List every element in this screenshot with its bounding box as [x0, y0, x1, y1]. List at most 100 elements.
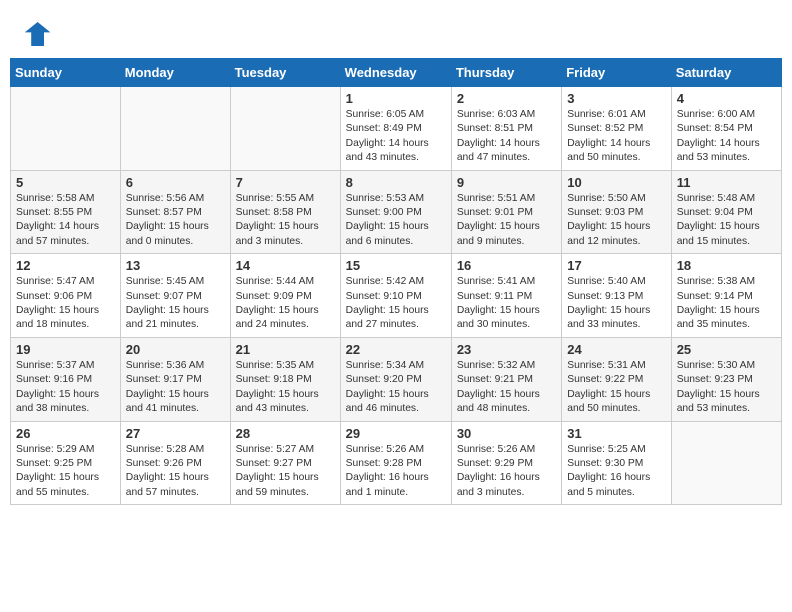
calendar-cell [671, 421, 781, 505]
day-info: Sunrise: 5:47 AMSunset: 9:06 PMDaylight:… [16, 275, 115, 333]
calendar-cell: 26 Sunrise: 5:29 AMSunset: 9:25 PMDayligh… [11, 421, 121, 505]
day-info: Sunrise: 5:45 AMSunset: 9:07 PMDaylight:… [126, 275, 225, 333]
day-number: 2 [457, 91, 556, 106]
day-info: Sunrise: 5:29 AMSunset: 9:25 PMDaylight:… [16, 443, 115, 501]
day-info: Sunrise: 5:27 AMSunset: 9:27 PMDaylight:… [236, 443, 335, 501]
day-number: 5 [16, 175, 115, 190]
day-number: 10 [567, 175, 665, 190]
day-number: 30 [457, 426, 556, 441]
day-number: 11 [677, 175, 776, 190]
calendar-cell: 14 Sunrise: 5:44 AMSunset: 9:09 PMDayligh… [230, 254, 340, 338]
day-number: 14 [236, 258, 335, 273]
day-number: 29 [346, 426, 446, 441]
calendar-cell: 13Sunrise: 5:45 AMSunset: 9:07 PMDayligh… [120, 254, 230, 338]
calendar-cell: 21 Sunrise: 5:35 AMSunset: 9:18 PMDayligh… [230, 337, 340, 421]
day-info: Sunrise: 5:30 AMSunset: 9:23 PMDaylight:… [677, 359, 776, 417]
calendar-cell: 20Sunrise: 5:36 AMSunset: 9:17 PMDayligh… [120, 337, 230, 421]
calendar-cell: 15Sunrise: 5:42 AMSunset: 9:10 PMDayligh… [340, 254, 451, 338]
calendar-header: SundayMondayTuesdayWednesdayThursdayFrid… [11, 59, 782, 87]
calendar-cell: 17 Sunrise: 5:40 AMSunset: 9:13 PMDayligh… [562, 254, 671, 338]
day-number: 8 [346, 175, 446, 190]
day-info: Sunrise: 5:41 AMSunset: 9:11 PMDaylight:… [457, 275, 556, 333]
day-info: Sunrise: 5:53 AMSunset: 9:00 PMDaylight:… [346, 192, 446, 250]
day-number: 1 [346, 91, 446, 106]
calendar-cell: 19 Sunrise: 5:37 AMSunset: 9:16 PMDayligh… [11, 337, 121, 421]
day-number: 27 [126, 426, 225, 441]
header-row: SundayMondayTuesdayWednesdayThursdayFrid… [11, 59, 782, 87]
day-info: Sunrise: 6:03 AMSunset: 8:51 PMDaylight:… [457, 108, 556, 166]
week-row-1: 1 Sunrise: 6:05 AMSunset: 8:49 PMDaylight… [11, 87, 782, 171]
header-cell-friday: Friday [562, 59, 671, 87]
calendar-cell: 7 Sunrise: 5:55 AMSunset: 8:58 PMDaylight… [230, 170, 340, 254]
calendar-cell: 16 Sunrise: 5:41 AMSunset: 9:11 PMDayligh… [451, 254, 561, 338]
day-number: 18 [677, 258, 776, 273]
day-number: 16 [457, 258, 556, 273]
calendar-cell: 22 Sunrise: 5:34 AMSunset: 9:20 PMDayligh… [340, 337, 451, 421]
day-number: 24 [567, 342, 665, 357]
day-number: 6 [126, 175, 225, 190]
calendar-cell [11, 87, 121, 171]
day-info: Sunrise: 5:58 AMSunset: 8:55 PMDaylight:… [16, 192, 115, 250]
day-info: Sunrise: 5:40 AMSunset: 9:13 PMDaylight:… [567, 275, 665, 333]
page-header [10, 10, 782, 54]
logo [20, 18, 54, 50]
calendar-cell: 12 Sunrise: 5:47 AMSunset: 9:06 PMDayligh… [11, 254, 121, 338]
calendar-cell: 29 Sunrise: 5:26 AMSunset: 9:28 PMDayligh… [340, 421, 451, 505]
calendar-body: 1 Sunrise: 6:05 AMSunset: 8:49 PMDaylight… [11, 87, 782, 505]
day-number: 23 [457, 342, 556, 357]
calendar-cell: 6Sunrise: 5:56 AMSunset: 8:57 PMDaylight… [120, 170, 230, 254]
calendar-cell: 10 Sunrise: 5:50 AMSunset: 9:03 PMDayligh… [562, 170, 671, 254]
day-number: 26 [16, 426, 115, 441]
day-number: 21 [236, 342, 335, 357]
day-info: Sunrise: 6:05 AMSunset: 8:49 PMDaylight:… [346, 108, 446, 166]
day-number: 31 [567, 426, 665, 441]
day-info: Sunrise: 5:34 AMSunset: 9:20 PMDaylight:… [346, 359, 446, 417]
week-row-5: 26 Sunrise: 5:29 AMSunset: 9:25 PMDayligh… [11, 421, 782, 505]
day-info: Sunrise: 5:38 AMSunset: 9:14 PMDaylight:… [677, 275, 776, 333]
day-number: 12 [16, 258, 115, 273]
day-info: Sunrise: 5:48 AMSunset: 9:04 PMDaylight:… [677, 192, 776, 250]
calendar-cell: 3 Sunrise: 6:01 AMSunset: 8:52 PMDaylight… [562, 87, 671, 171]
calendar-cell: 5 Sunrise: 5:58 AMSunset: 8:55 PMDaylight… [11, 170, 121, 254]
day-info: Sunrise: 5:37 AMSunset: 9:16 PMDaylight:… [16, 359, 115, 417]
calendar-cell: 28 Sunrise: 5:27 AMSunset: 9:27 PMDayligh… [230, 421, 340, 505]
calendar-cell: 30 Sunrise: 5:26 AMSunset: 9:29 PMDayligh… [451, 421, 561, 505]
week-row-2: 5 Sunrise: 5:58 AMSunset: 8:55 PMDaylight… [11, 170, 782, 254]
day-number: 28 [236, 426, 335, 441]
header-cell-tuesday: Tuesday [230, 59, 340, 87]
calendar-cell: 8 Sunrise: 5:53 AMSunset: 9:00 PMDaylight… [340, 170, 451, 254]
day-info: Sunrise: 5:36 AMSunset: 9:17 PMDaylight:… [126, 359, 225, 417]
calendar-cell: 1 Sunrise: 6:05 AMSunset: 8:49 PMDaylight… [340, 87, 451, 171]
day-info: Sunrise: 5:44 AMSunset: 9:09 PMDaylight:… [236, 275, 335, 333]
day-info: Sunrise: 5:50 AMSunset: 9:03 PMDaylight:… [567, 192, 665, 250]
calendar-cell: 4 Sunrise: 6:00 AMSunset: 8:54 PMDaylight… [671, 87, 781, 171]
calendar-cell: 11 Sunrise: 5:48 AMSunset: 9:04 PMDayligh… [671, 170, 781, 254]
calendar-cell: 9Sunrise: 5:51 AMSunset: 9:01 PMDaylight… [451, 170, 561, 254]
day-info: Sunrise: 5:35 AMSunset: 9:18 PMDaylight:… [236, 359, 335, 417]
header-cell-saturday: Saturday [671, 59, 781, 87]
calendar-table: SundayMondayTuesdayWednesdayThursdayFrid… [10, 58, 782, 505]
calendar-cell: 25 Sunrise: 5:30 AMSunset: 9:23 PMDayligh… [671, 337, 781, 421]
day-number: 4 [677, 91, 776, 106]
day-info: Sunrise: 5:55 AMSunset: 8:58 PMDaylight:… [236, 192, 335, 250]
day-info: Sunrise: 5:28 AMSunset: 9:26 PMDaylight:… [126, 443, 225, 501]
day-number: 25 [677, 342, 776, 357]
day-info: Sunrise: 6:01 AMSunset: 8:52 PMDaylight:… [567, 108, 665, 166]
day-number: 19 [16, 342, 115, 357]
day-number: 17 [567, 258, 665, 273]
header-cell-wednesday: Wednesday [340, 59, 451, 87]
week-row-3: 12 Sunrise: 5:47 AMSunset: 9:06 PMDayligh… [11, 254, 782, 338]
day-info: Sunrise: 5:51 AMSunset: 9:01 PMDaylight:… [457, 192, 556, 250]
calendar-cell: 27 Sunrise: 5:28 AMSunset: 9:26 PMDayligh… [120, 421, 230, 505]
day-info: Sunrise: 5:26 AMSunset: 9:29 PMDaylight:… [457, 443, 556, 501]
day-info: Sunrise: 6:00 AMSunset: 8:54 PMDaylight:… [677, 108, 776, 166]
day-number: 3 [567, 91, 665, 106]
day-number: 15 [346, 258, 446, 273]
day-number: 22 [346, 342, 446, 357]
week-row-4: 19 Sunrise: 5:37 AMSunset: 9:16 PMDayligh… [11, 337, 782, 421]
header-cell-thursday: Thursday [451, 59, 561, 87]
day-number: 7 [236, 175, 335, 190]
day-info: Sunrise: 5:26 AMSunset: 9:28 PMDaylight:… [346, 443, 446, 501]
calendar-cell [230, 87, 340, 171]
day-info: Sunrise: 5:25 AMSunset: 9:30 PMDaylight:… [567, 443, 665, 501]
